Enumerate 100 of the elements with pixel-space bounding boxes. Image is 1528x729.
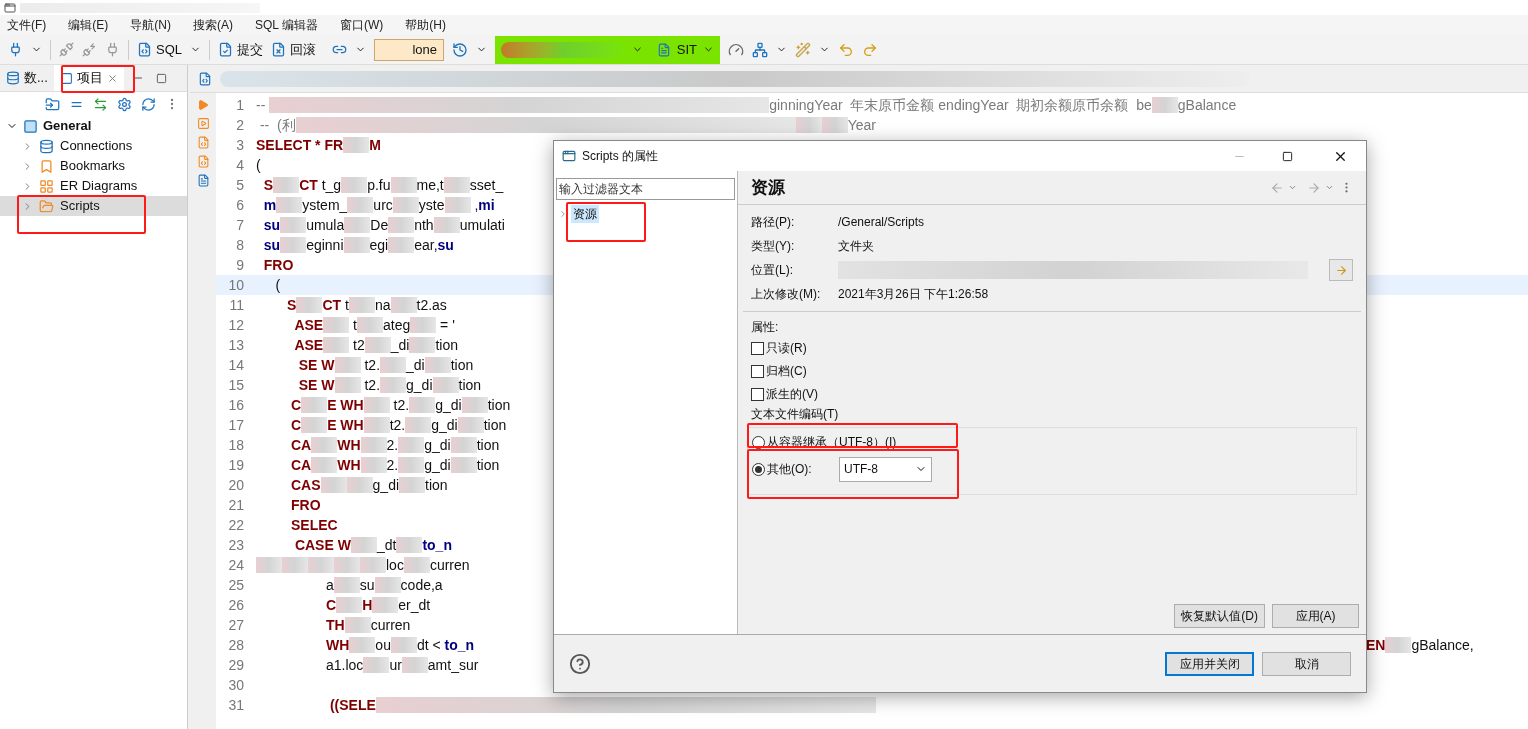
line-number: 31 (227, 695, 245, 715)
plan-icon[interactable] (196, 174, 210, 187)
connection-selector[interactable]: SIT (495, 35, 720, 64)
checkbox[interactable] (751, 341, 764, 355)
apply-and-close-button[interactable]: 应用并关闭 (1165, 651, 1254, 676)
code-keyword: EN (1366, 635, 1386, 655)
menu-item[interactable]: 编辑(E) (68, 16, 109, 34)
encoding-select[interactable]: UTF-8 (839, 456, 932, 482)
code-text: ystem_ (302, 195, 348, 215)
menu-item[interactable]: 导航(N) (130, 16, 171, 34)
script-icon[interactable] (196, 136, 210, 149)
rollback-button[interactable]: 回滚 (271, 39, 316, 60)
blurred-region (350, 537, 377, 553)
code-keyword: E WH (327, 395, 364, 415)
transaction-field[interactable]: lone (374, 38, 444, 61)
checkbox[interactable] (751, 387, 764, 401)
script-run-icon[interactable] (196, 155, 210, 168)
restore-defaults-button[interactable]: 恢复默认值(D) (1174, 604, 1265, 628)
radio-button[interactable] (752, 462, 765, 476)
code-text: g_di (424, 455, 451, 475)
plug-icon[interactable] (105, 42, 120, 57)
tree-item[interactable]: ER Diagrams (0, 176, 187, 196)
code-text: tion (476, 435, 500, 455)
new-folder-icon[interactable] (45, 96, 60, 112)
menu-item[interactable]: 文件(F) (7, 16, 47, 34)
code-keyword: C (290, 415, 302, 435)
open-location-button[interactable] (1329, 259, 1353, 281)
blurred-region (296, 297, 323, 313)
line-number: 26 (227, 595, 245, 615)
run-new-icon[interactable] (196, 117, 210, 130)
blurred-region (301, 397, 328, 413)
code-keyword: CT (322, 295, 342, 315)
blurred-region (301, 417, 328, 433)
line-number: 17 (227, 415, 245, 435)
code-text: su (359, 575, 375, 595)
checkbox[interactable] (751, 364, 764, 378)
code-keyword: CT (299, 175, 318, 195)
tree-item[interactable]: Bookmarks (0, 156, 187, 176)
line-number: 27 (227, 615, 245, 635)
checkbox-label: 派生的(V) (766, 386, 818, 403)
sql-editor-button[interactable]: SQL (137, 39, 182, 60)
back-arrow-icon[interactable] (838, 41, 854, 58)
connect-icon[interactable] (8, 42, 23, 57)
history-icon[interactable] (452, 41, 468, 58)
menu-item[interactable]: 搜索(A) (193, 16, 233, 34)
code-comment: -- (256, 95, 267, 115)
code-keyword: CA (290, 455, 312, 475)
line-number: 30 (227, 675, 245, 695)
field-label: 上次修改(M): (751, 286, 822, 303)
menu-item[interactable]: SQL 编辑器 (255, 16, 318, 34)
code-function: to_n (422, 535, 452, 555)
tree-item[interactable]: 资源 (556, 203, 735, 225)
filter-field[interactable]: 输入过滤器文本 (556, 178, 735, 200)
field-label: 路径(P): (751, 214, 796, 231)
code-text: ( (274, 275, 281, 295)
collapsed-icon[interactable] (558, 209, 568, 219)
app-icon (4, 1, 16, 14)
refresh-icon[interactable] (141, 96, 156, 112)
settings-icon[interactable] (117, 96, 132, 112)
code-text: tion (450, 355, 474, 375)
code-function: su (437, 235, 454, 255)
gauge-icon[interactable] (728, 41, 744, 58)
apply-button[interactable]: 应用(A) (1272, 604, 1359, 628)
tree-item[interactable]: General (0, 116, 187, 136)
commit-button[interactable]: 提交 (218, 39, 263, 60)
caret-icon[interactable] (1325, 183, 1334, 192)
tree-item[interactable]: Connections (0, 136, 187, 156)
maximize-icon[interactable] (1282, 150, 1293, 162)
forward-arrow-icon[interactable] (862, 41, 878, 58)
caret-icon[interactable] (631, 44, 643, 55)
bookmark-folder-icon (39, 158, 54, 174)
line-number: 8 (235, 235, 245, 255)
help-icon[interactable] (569, 652, 591, 675)
line-number: 16 (227, 395, 245, 415)
wand-icon[interactable] (795, 41, 811, 58)
plug-icon[interactable] (59, 42, 74, 57)
code-text: , (473, 195, 479, 215)
tree-item[interactable]: Scripts (0, 196, 187, 216)
plug-icon[interactable] (82, 42, 97, 57)
database-file-icon (656, 42, 671, 57)
blurred-region (390, 637, 417, 653)
cancel-button[interactable]: 取消 (1262, 651, 1351, 676)
line-number: 22 (227, 515, 245, 535)
code-keyword: CAS (290, 475, 321, 495)
blurred-region (276, 197, 303, 213)
run-icon[interactable] (197, 99, 209, 111)
line-number: 28 (227, 635, 245, 655)
code-keyword: WH (337, 435, 361, 455)
code-text: tion (425, 475, 448, 495)
menu-item[interactable]: 窗口(W) (339, 16, 384, 34)
code-text: eginni (306, 235, 344, 255)
menu-item[interactable]: 帮助(H) (405, 16, 446, 34)
link-icon[interactable] (93, 96, 108, 112)
caret-icon[interactable] (703, 44, 714, 55)
caret-icon[interactable] (1288, 183, 1297, 192)
network-icon[interactable] (752, 41, 768, 58)
blurred-region (380, 377, 407, 393)
code-text: egi (369, 235, 389, 255)
code-text: g_di (424, 435, 451, 455)
code-function: su (262, 215, 281, 235)
